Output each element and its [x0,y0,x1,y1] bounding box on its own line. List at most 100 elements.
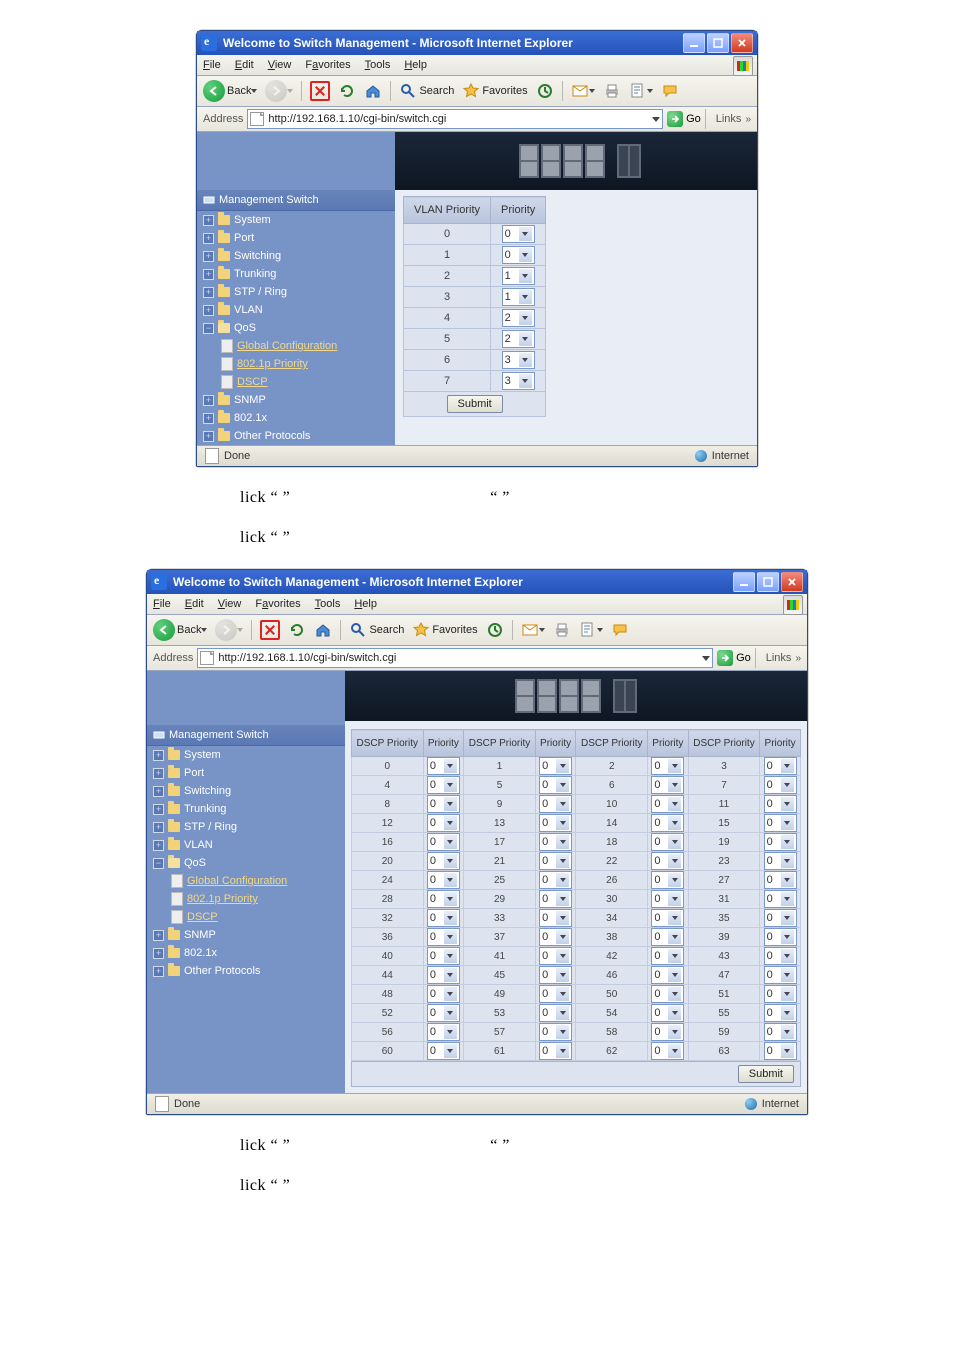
priority-select[interactable]: 0 [764,985,797,1003]
go-button[interactable]: Go [667,111,701,127]
forward-button[interactable] [265,80,293,102]
priority-select[interactable]: 0 [539,966,572,984]
priority-select[interactable]: 0 [502,246,535,264]
priority-select[interactable]: 0 [427,1042,460,1060]
address-input[interactable]: http://192.168.1.10/cgi-bin/switch.cgi [247,109,663,129]
priority-select[interactable]: 0 [764,890,797,908]
back-button[interactable]: Back [153,619,207,641]
priority-select[interactable]: 0 [764,1023,797,1041]
refresh-button[interactable] [338,82,356,100]
menu-edit[interactable]: Edit [235,59,254,71]
tree-item-qos-global[interactable]: Global Configuration [147,872,345,890]
priority-select[interactable]: 0 [764,871,797,889]
priority-select[interactable]: 0 [427,947,460,965]
tree-item-other[interactable]: +Other Protocols [147,962,345,980]
discuss-button[interactable] [611,621,629,639]
tree-item-switching[interactable]: +Switching [147,782,345,800]
priority-select[interactable]: 0 [651,966,684,984]
priority-select[interactable]: 0 [764,757,797,775]
maximize-button[interactable] [707,33,729,53]
priority-select[interactable]: 0 [539,1042,572,1060]
discuss-button[interactable] [661,82,679,100]
tree-item-vlan[interactable]: +VLAN [147,836,345,854]
priority-select[interactable]: 0 [764,776,797,794]
priority-select[interactable]: 0 [651,871,684,889]
favorites-button[interactable]: Favorites [412,621,477,639]
back-button[interactable]: Back [203,80,257,102]
priority-select[interactable]: 0 [651,795,684,813]
priority-select[interactable]: 0 [539,928,572,946]
tree-item-switching[interactable]: +Switching [197,247,395,265]
priority-select[interactable]: 0 [427,833,460,851]
priority-select[interactable]: 0 [764,833,797,851]
priority-select[interactable]: 0 [539,1004,572,1022]
priority-select[interactable]: 0 [427,966,460,984]
priority-select[interactable]: 0 [539,795,572,813]
menu-file[interactable]: File [153,598,171,610]
tree-item-qos-8021p[interactable]: 802.1p Priority [197,355,395,373]
tree-item-qos[interactable]: −QoS [197,319,395,337]
submit-button[interactable]: Submit [738,1065,794,1083]
priority-select[interactable]: 0 [539,947,572,965]
priority-select[interactable]: 0 [427,1004,460,1022]
priority-select[interactable]: 0 [651,985,684,1003]
priority-select[interactable]: 0 [539,852,572,870]
tree-item-qos[interactable]: −QoS [147,854,345,872]
priority-select[interactable]: 0 [651,890,684,908]
stop-button[interactable] [260,620,280,640]
priority-select[interactable]: 0 [539,985,572,1003]
priority-select[interactable]: 0 [764,1004,797,1022]
priority-select[interactable]: 0 [427,928,460,946]
address-dropdown-icon[interactable] [652,117,660,122]
tree-item-qos-global[interactable]: Global Configuration [197,337,395,355]
home-button[interactable] [364,82,382,100]
close-button[interactable] [731,33,753,53]
priority-select[interactable]: 2 [502,309,535,327]
priority-select[interactable]: 0 [651,814,684,832]
priority-select[interactable]: 0 [651,1004,684,1022]
priority-select[interactable]: 3 [502,372,535,390]
priority-select[interactable]: 0 [764,909,797,927]
priority-select[interactable]: 0 [539,890,572,908]
maximize-button[interactable] [757,572,779,592]
links-label[interactable]: Links [716,113,742,125]
search-button[interactable]: Search [399,82,454,100]
tree-item-qos-dscp[interactable]: DSCP [197,373,395,391]
links-chevron-icon[interactable]: » [745,114,751,125]
tree-item-system[interactable]: +System [197,211,395,229]
menu-favorites[interactable]: Favorites [255,598,300,610]
print-button[interactable] [603,82,621,100]
menu-help[interactable]: Help [404,59,427,71]
submit-button[interactable]: Submit [447,395,503,413]
priority-select[interactable]: 0 [651,776,684,794]
priority-select[interactable]: 0 [764,947,797,965]
tree-item-snmp[interactable]: +SNMP [147,926,345,944]
priority-select[interactable]: 0 [764,966,797,984]
priority-select[interactable]: 0 [502,225,535,243]
menu-view[interactable]: View [218,598,242,610]
mail-button[interactable] [521,621,545,639]
refresh-button[interactable] [288,621,306,639]
tree-item-other[interactable]: +Other Protocols [197,427,395,445]
tree-item-vlan[interactable]: +VLAN [197,301,395,319]
tree-item-trunking[interactable]: +Trunking [147,800,345,818]
tree-item-qos-dscp[interactable]: DSCP [147,908,345,926]
tree-root[interactable]: Management Switch [197,190,395,211]
address-input[interactable]: http://192.168.1.10/cgi-bin/switch.cgi [197,648,713,668]
priority-select[interactable]: 0 [764,928,797,946]
forward-button[interactable] [215,619,243,641]
tree-item-qos-8021p[interactable]: 802.1p Priority [147,890,345,908]
stop-button[interactable] [310,81,330,101]
links-label[interactable]: Links [766,652,792,664]
menu-view[interactable]: View [268,59,292,71]
priority-select[interactable]: 0 [651,928,684,946]
priority-select[interactable]: 0 [427,795,460,813]
minimize-button[interactable] [683,33,705,53]
links-chevron-icon[interactable]: » [795,653,801,664]
edit-button[interactable] [629,82,653,100]
priority-select[interactable]: 0 [539,814,572,832]
priority-select[interactable]: 0 [539,833,572,851]
home-button[interactable] [314,621,332,639]
edit-button[interactable] [579,621,603,639]
priority-select[interactable]: 0 [427,909,460,927]
